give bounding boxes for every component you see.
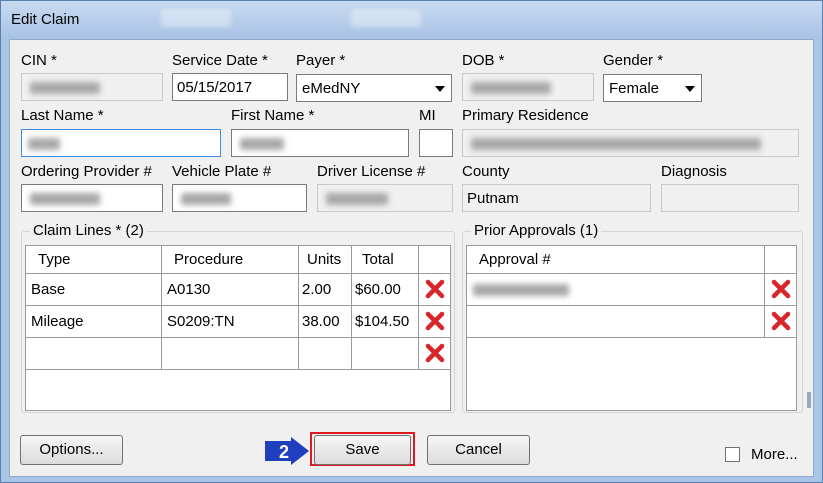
chevron-down-icon [685,86,695,92]
step-arrow-icon: 2 [265,437,309,465]
driver-license-field[interactable] [317,184,453,212]
diagnosis-field[interactable] [661,184,799,212]
claim-procedure-cell: A0130 [167,281,211,298]
window-title: Edit Claim [11,11,80,28]
county-value: Putnam [467,190,519,207]
service-date-label: Service Date * [172,52,268,69]
delete-x-icon [425,279,445,299]
delete-x-icon [425,343,445,363]
diagnosis-label: Diagnosis [661,163,727,180]
cin-label: CIN * [21,52,57,69]
gender-select[interactable]: Female [603,74,702,102]
ordering-provider-label: Ordering Provider # [21,163,152,180]
claim-units-cell: 2.00 [302,281,332,298]
delete-x-icon [771,311,791,331]
column-header-procedure[interactable]: Procedure [162,246,299,273]
primary-residence-label: Primary Residence [462,107,589,124]
driver-license-label: Driver License # [317,163,426,180]
last-name-label: Last Name * [21,107,104,124]
claim-type-cell: Base [31,281,66,298]
gender-label: Gender * [603,52,664,69]
delete-row-button[interactable] [419,306,452,337]
payer-label: Payer * [296,52,346,69]
column-header-total[interactable]: Total [352,246,419,273]
ordering-provider-field[interactable] [21,184,163,212]
edit-claim-window: Edit Claim CIN * Service Date * Payer * … [0,0,823,483]
vehicle-plate-field[interactable] [172,184,307,212]
prior-approvals-grid: Approval # [466,245,797,411]
column-header-units[interactable]: Units [299,246,352,273]
title-bar: Edit Claim [1,1,822,37]
column-header-approval[interactable]: Approval # [467,246,765,273]
claim-total-cell: $60.00 [355,281,401,298]
cin-field[interactable] [21,73,163,101]
claim-type-cell: Mileage [31,313,84,330]
delete-row-button[interactable] [765,274,798,305]
claim-lines-grid: Type Procedure Units Total Base A0130 2.… [25,245,451,411]
delete-x-icon [771,279,791,299]
mi-field[interactable] [419,129,453,157]
delete-row-button[interactable] [765,306,798,337]
primary-residence-field[interactable] [462,129,799,157]
more-label[interactable]: More... [751,446,798,463]
payer-select[interactable]: eMedNY [296,74,452,102]
delete-row-button[interactable] [419,338,452,369]
options-button[interactable]: Options... [20,435,123,465]
approval-number-cell [467,306,765,337]
cancel-button[interactable]: Cancel [427,435,530,465]
column-header-type[interactable]: Type [26,246,162,273]
prior-approvals-header: Approval # [467,246,796,274]
delete-x-icon [425,311,445,331]
claim-lines-header: Type Procedure Units Total [26,246,450,274]
payer-value: eMedNY [302,80,361,97]
gender-value: Female [609,80,660,97]
delete-row-button[interactable] [419,274,452,305]
table-row[interactable]: Base A0130 2.00 $60.00 [26,274,450,306]
county-label: County [462,163,510,180]
vehicle-plate-label: Vehicle Plate # [172,163,272,180]
table-row[interactable] [467,306,796,338]
service-date-value: 05/15/2017 [177,79,253,96]
mi-label: MI [419,107,436,124]
service-date-field[interactable]: 05/15/2017 [172,73,288,101]
claim-procedure-cell: S0209:TN [167,313,235,330]
claim-units-cell: 38.00 [302,313,340,330]
scrollbar-stub[interactable] [807,392,811,408]
chevron-down-icon [435,86,445,92]
county-field[interactable]: Putnam [462,184,651,212]
dob-field[interactable] [462,73,594,101]
table-row[interactable] [26,338,450,370]
table-row[interactable]: Mileage S0209:TN 38.00 $104.50 [26,306,450,338]
dob-label: DOB * [462,52,505,69]
claim-total-cell: $104.50 [355,313,410,330]
save-button[interactable]: Save [314,435,411,465]
background-tab-ghost [161,9,231,27]
claim-lines-title: Claim Lines * (2) [30,222,147,239]
more-checkbox[interactable] [725,447,740,462]
background-tab-ghost [351,9,421,27]
form-panel: CIN * Service Date * Payer * DOB * Gende… [9,39,814,477]
approval-number-cell [467,274,765,305]
first-name-field[interactable] [231,129,409,157]
first-name-label: First Name * [231,107,315,124]
last-name-field[interactable] [21,129,221,157]
prior-approvals-title: Prior Approvals (1) [471,222,602,239]
table-row[interactable] [467,274,796,306]
step-number: 2 [279,442,289,462]
